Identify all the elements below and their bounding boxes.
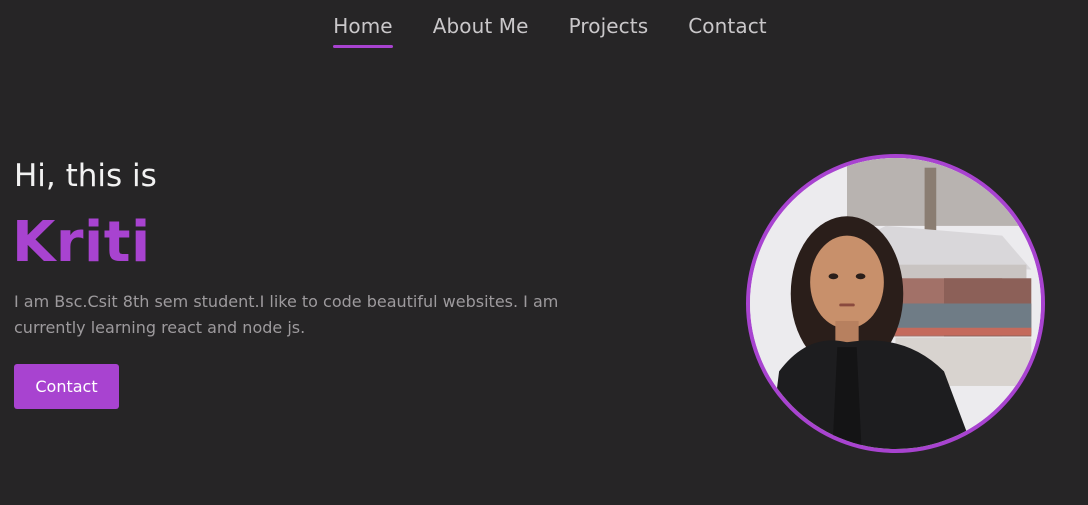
- nav-about-me[interactable]: About Me: [433, 14, 529, 46]
- portfolio-page: Home About Me Projects Contact Hi, this …: [0, 0, 1088, 505]
- nav-projects[interactable]: Projects: [569, 14, 649, 46]
- hero-greeting: Hi, this is: [14, 158, 157, 194]
- nav-contact[interactable]: Contact: [688, 14, 767, 46]
- profile-photo-icon: [750, 158, 1041, 449]
- nav-home[interactable]: Home: [333, 14, 394, 48]
- hero-name: Kriti: [12, 210, 151, 275]
- main-nav: Home About Me Projects Contact: [0, 14, 1088, 48]
- hero-bio: I am Bsc.Csit 8th sem student.I like to …: [14, 292, 559, 337]
- profile-photo: [746, 154, 1045, 453]
- contact-button[interactable]: Contact: [14, 364, 119, 409]
